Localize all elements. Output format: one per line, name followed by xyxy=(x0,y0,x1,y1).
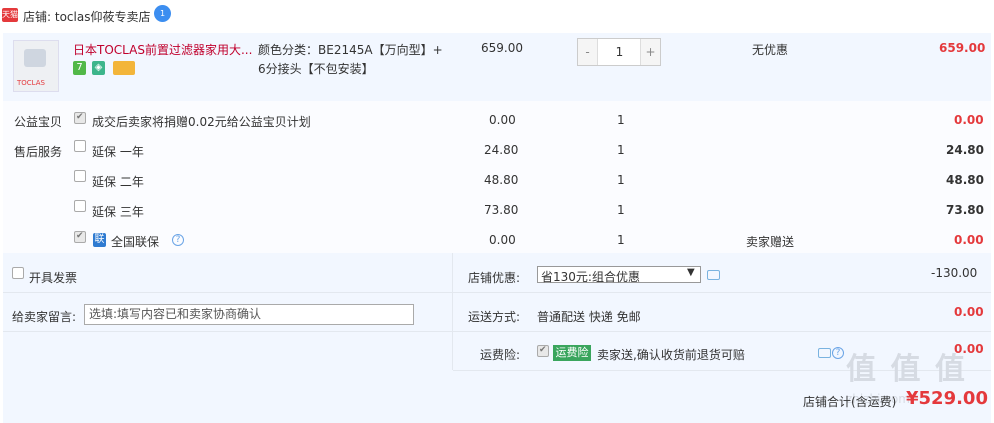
service-qty: 1 xyxy=(617,143,625,157)
thumb-label: TOCLAS xyxy=(17,79,45,87)
service-price: 0.00 xyxy=(489,233,516,247)
insurance-text: 卖家送,确认收货前退货可赔 xyxy=(597,348,745,362)
service-price: 0.00 xyxy=(489,113,516,127)
total-label: 店铺合计(含运费) xyxy=(803,395,897,409)
help-icon[interactable]: ? xyxy=(172,234,184,246)
service-price: 73.80 xyxy=(484,203,519,217)
qty-minus-button[interactable]: - xyxy=(578,39,598,65)
divider xyxy=(3,331,991,332)
shipping-amount: 0.00 xyxy=(954,305,984,319)
message-label: 给卖家留言: xyxy=(12,310,77,324)
seven-day-return-icon: 7 xyxy=(73,61,86,75)
warranty-1y-checkbox[interactable] xyxy=(74,140,86,152)
discount-amount: -130.00 xyxy=(931,266,978,280)
shop-name-link[interactable]: 店铺: toclas仰莜专卖店 xyxy=(23,8,150,25)
service-qty: 1 xyxy=(617,173,625,187)
service-subtotal: 73.80 xyxy=(946,203,984,217)
service-price: 24.80 xyxy=(484,143,519,157)
group-aftersale-label: 售后服务 xyxy=(14,145,63,159)
warranty-icon: 联 xyxy=(93,233,106,247)
credit-card-icon xyxy=(113,61,135,75)
qty-plus-button[interactable]: + xyxy=(640,39,660,65)
service-subtotal: 0.00 xyxy=(954,233,984,247)
total-value: ¥529.00 xyxy=(906,388,988,409)
service-label: 成交后卖家将捐赠0.02元给公益宝贝计划 xyxy=(92,115,311,129)
product-image-shape xyxy=(24,49,46,67)
service-label: 延保 三年 xyxy=(92,205,144,219)
national-warranty-checkbox[interactable] xyxy=(74,231,86,243)
service-label: 延保 二年 xyxy=(92,175,144,189)
invoice-label: 开具发票 xyxy=(29,271,78,285)
chevron-down-icon: ▼ xyxy=(687,267,695,278)
promo-text: 无优惠 xyxy=(752,43,789,57)
service-subtotal: 48.80 xyxy=(946,173,984,187)
divider xyxy=(3,292,991,293)
shipping-label: 运送方式: xyxy=(468,310,521,324)
item-subtotal: 659.00 xyxy=(939,41,986,55)
qty-input[interactable]: 1 xyxy=(599,39,640,65)
service-price: 48.80 xyxy=(484,173,519,187)
insurance-badge: 运费险 xyxy=(553,345,591,361)
group-charity-label: 公益宝贝 xyxy=(14,115,63,129)
warranty-2y-checkbox[interactable] xyxy=(74,170,86,182)
divider xyxy=(452,253,453,370)
service-qty: 1 xyxy=(617,203,625,217)
service-subtotal: 24.80 xyxy=(946,143,984,157)
tmall-badge: 天猫 xyxy=(2,8,18,22)
watermark-logo: 值 值 值 xyxy=(846,352,967,387)
item-price: 659.00 xyxy=(481,41,523,55)
service-note: 卖家赠送 xyxy=(746,235,795,249)
service-label: 全国联保 xyxy=(111,235,160,249)
discount-select[interactable]: 省130元:组合优惠 ▼ xyxy=(537,266,701,284)
sku-line-2: 6分接头【不包安装】 xyxy=(258,62,374,76)
shipping-value: 普通配送 快递 免邮 xyxy=(537,310,641,324)
quantity-stepper: - 1 + xyxy=(577,38,661,66)
comment-icon[interactable] xyxy=(818,348,831,358)
discount-label: 店铺优惠: xyxy=(468,271,521,285)
product-thumbnail[interactable]: TOCLAS xyxy=(13,40,59,92)
charity-checkbox[interactable] xyxy=(74,112,86,124)
invoice-checkbox[interactable] xyxy=(12,267,24,279)
insurance-label: 运费险: xyxy=(480,348,521,362)
seller-message-input[interactable]: 选填:填写内容已和卖家协商确认 xyxy=(84,304,414,325)
item-title-link[interactable]: 日本TOCLAS前置过滤器家用大... xyxy=(73,41,252,58)
service-subtotal: 0.00 xyxy=(954,113,984,127)
warranty-3y-checkbox[interactable] xyxy=(74,200,86,212)
insurance-checkbox[interactable] xyxy=(537,345,549,357)
sku-line-1: 颜色分类：BE2145A【万向型】+ xyxy=(258,43,443,57)
service-qty: 1 xyxy=(617,233,625,247)
discount-option: 省130元:组合优惠 xyxy=(541,270,640,284)
service-label: 延保 一年 xyxy=(92,145,144,159)
help-icon[interactable]: ? xyxy=(832,347,844,359)
guarantee-icon: ◈ xyxy=(92,61,105,75)
service-qty: 1 xyxy=(617,113,625,127)
sku-info: 颜色分类：BE2145A【万向型】+ 6分接头【不包安装】 xyxy=(258,41,443,79)
chat-icon[interactable]: 1 xyxy=(154,5,171,22)
comment-icon[interactable] xyxy=(707,270,720,280)
